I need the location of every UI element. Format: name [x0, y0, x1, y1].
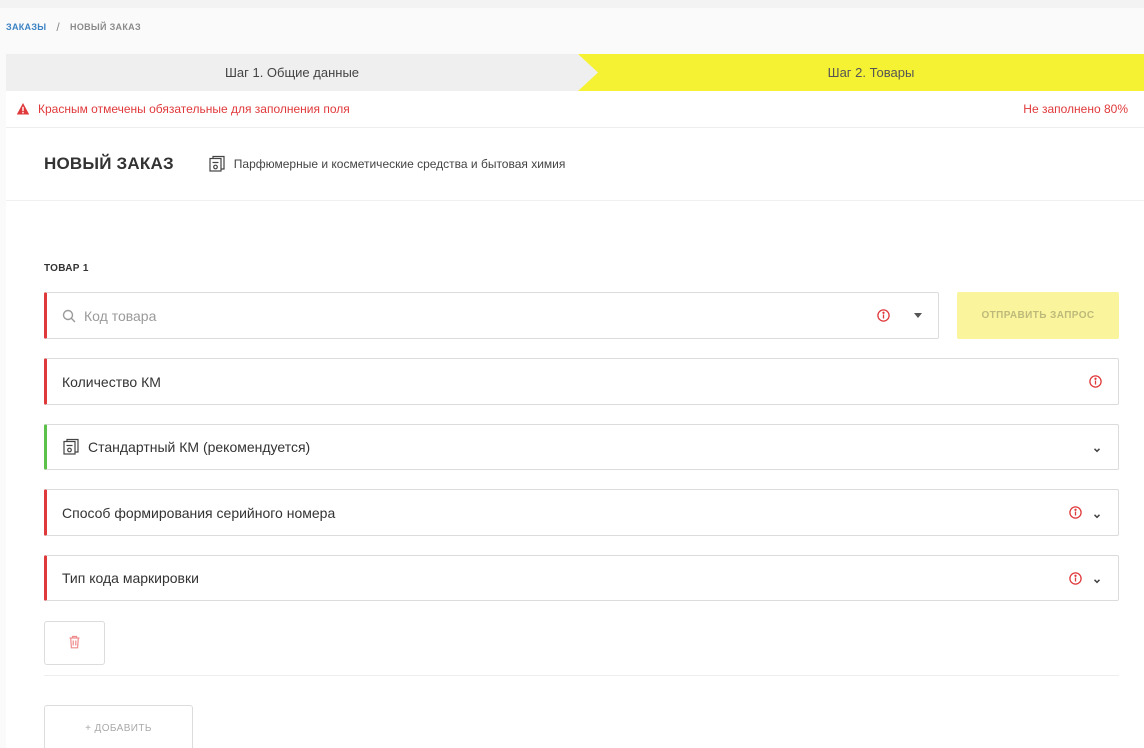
required-notice: Красным отмечены обязательные для заполн…: [6, 91, 1144, 128]
serial-number-method-select[interactable]: Способ формирования серийного номера: [44, 489, 1119, 536]
km-quantity-field-body: Количество КМ: [62, 374, 1089, 390]
order-form-card: Красным отмечены обязательные для заполн…: [6, 91, 1144, 748]
serial-number-method-tail: [1069, 506, 1102, 519]
chevron-down-icon[interactable]: [1092, 442, 1102, 453]
marking-code-type-tail: [1069, 571, 1102, 585]
step-general-data-label: Шаг 1. Общие данные: [224, 65, 360, 80]
product-code-input[interactable]: [84, 307, 684, 324]
marking-code-type-body: Тип кода маркировки: [62, 570, 1069, 586]
marking-code-type-label: Тип кода маркировки: [62, 570, 199, 586]
wizard-steps: Шаг 1. Общие данные Шаг 2. Товары: [6, 54, 1144, 91]
km-quantity-label: Количество КМ: [62, 373, 161, 390]
warning-triangle-icon: [16, 102, 30, 116]
order-header: НОВЫЙ ЗАКАЗ Парфюмерные и косметические …: [6, 128, 1144, 201]
km-box-icon: [62, 438, 80, 456]
marking-code-type-select[interactable]: Тип кода маркировки: [44, 555, 1119, 601]
info-circle-icon: [1069, 571, 1082, 585]
km-quantity-field-tail: [1089, 375, 1102, 388]
chevron-down-icon[interactable]: [1092, 508, 1102, 518]
info-circle-icon: [1089, 375, 1102, 388]
serial-number-method-label: Способ формирования серийного номера: [62, 504, 336, 521]
caret-down-icon[interactable]: [914, 313, 922, 318]
product-code-field[interactable]: [44, 292, 939, 339]
search-icon: [62, 309, 76, 323]
km-box-icon: [208, 155, 226, 173]
page-title: НОВЫЙ ЗАКАЗ: [44, 154, 174, 173]
step-products[interactable]: Шаг 2. Товары: [578, 54, 1144, 91]
km-type-select-body: Стандартный КМ (рекомендуется): [62, 438, 1092, 456]
km-type-select[interactable]: Стандартный КМ (рекомендуется): [44, 424, 1119, 470]
km-quantity-field[interactable]: Количество КМ: [44, 358, 1119, 405]
send-request-button[interactable]: ОТПРАВИТЬ ЗАПРОС: [957, 292, 1119, 339]
km-type-value: Стандартный КМ (рекомендуется): [88, 439, 311, 455]
required-notice-left: Красным отмечены обязательные для заполн…: [16, 102, 350, 116]
chevron-down-icon[interactable]: [1092, 573, 1102, 584]
breadcrumb: ЗАКАЗЫ / НОВЫЙ ЗАКАЗ: [6, 20, 141, 34]
product-code-field-tail: [877, 309, 922, 322]
trash-icon: [68, 635, 81, 652]
breadcrumb-separator: /: [56, 20, 61, 34]
serial-number-method-body: Способ формирования серийного номера: [62, 505, 1069, 521]
info-circle-icon: [877, 309, 890, 322]
required-notice-text: Красным отмечены обязательные для заполн…: [38, 102, 350, 116]
breadcrumb-orders-link[interactable]: ЗАКАЗЫ: [6, 22, 46, 32]
top-bar: [0, 0, 1144, 8]
info-circle-icon: [1069, 506, 1082, 519]
product-section-label: ТОВАР 1: [44, 263, 89, 274]
section-divider: [44, 675, 1119, 676]
km-type-select-tail: [1092, 442, 1102, 453]
add-product-button[interactable]: + ДОБАВИТЬ: [44, 705, 193, 748]
delete-product-button[interactable]: [44, 621, 105, 665]
product-category: Парфюмерные и косметические средства и б…: [208, 155, 566, 173]
fill-progress-text: Не заполнено 80%: [1023, 102, 1128, 116]
product-code-field-body: [62, 307, 877, 324]
step-products-label: Шаг 2. Товары: [827, 65, 915, 80]
breadcrumb-current: НОВЫЙ ЗАКАЗ: [70, 22, 141, 32]
product-category-text: Парфюмерные и косметические средства и б…: [233, 157, 566, 171]
step-general-data[interactable]: Шаг 1. Общие данные: [6, 54, 598, 91]
